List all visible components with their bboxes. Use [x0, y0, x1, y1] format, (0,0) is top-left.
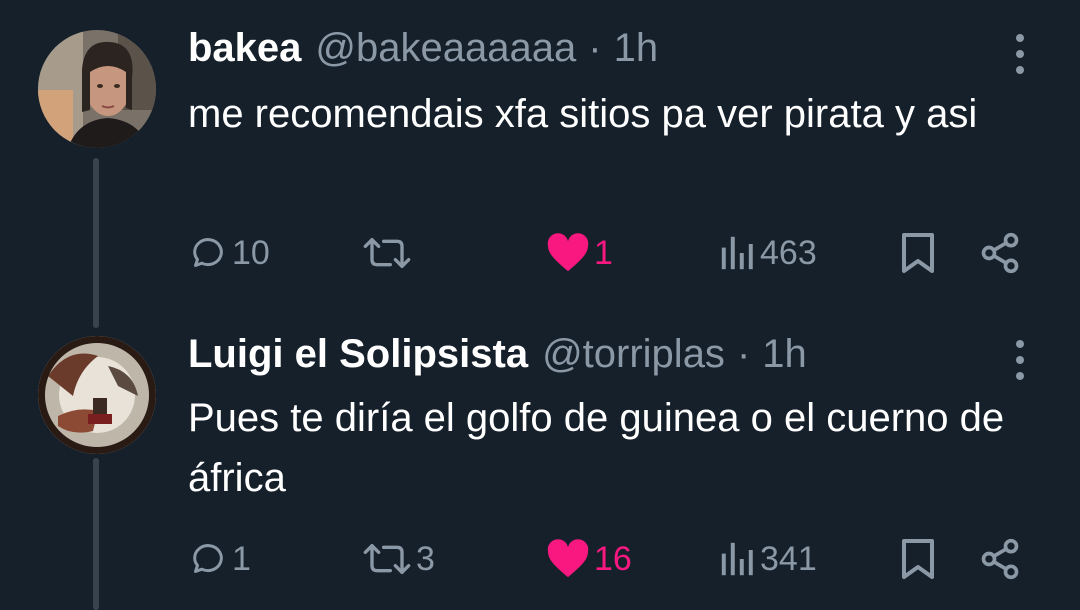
tweet-header: bakea @bakeaaaaaa · 1h — [188, 26, 658, 70]
reply-icon — [193, 238, 223, 267]
retweet-button[interactable]: 3 — [362, 534, 435, 584]
like-button[interactable]: 1 — [546, 228, 613, 278]
retweet-icon — [363, 544, 411, 574]
timestamp[interactable]: 1h — [762, 332, 807, 377]
avatar-luigi[interactable] — [38, 336, 156, 454]
display-name[interactable]: Luigi el Solipsista — [188, 332, 528, 377]
action-bar: 1 3 16 341 — [0, 534, 1080, 584]
tweet-header: Luigi el Solipsista @torriplas · 1h — [188, 332, 807, 376]
heart-icon — [547, 233, 589, 272]
views-count: 341 — [760, 539, 817, 578]
tweet-bakea[interactable]: bakea @bakeaaaaaa · 1h me recomendais xf… — [0, 0, 1080, 328]
tweet-text: Pues te diría el golfo de guinea o el cu… — [188, 396, 1005, 500]
avatar-bakea[interactable] — [38, 30, 156, 148]
tweet-luigi[interactable]: Luigi el Solipsista @torriplas · 1h Pues… — [0, 318, 1080, 610]
user-handle[interactable]: @torriplas — [542, 332, 725, 377]
share-button[interactable] — [978, 534, 1022, 584]
reply-count: 1 — [232, 539, 251, 578]
reply-button[interactable]: 10 — [188, 228, 270, 278]
views-icon — [721, 236, 753, 270]
display-name[interactable]: bakea — [188, 26, 301, 71]
share-button[interactable] — [978, 228, 1022, 278]
bookmark-button[interactable] — [900, 228, 936, 278]
more-icon[interactable] — [1000, 336, 1040, 384]
timestamp[interactable]: 1h — [614, 26, 659, 71]
user-handle[interactable]: @bakeaaaaaa — [315, 26, 576, 71]
more-icon[interactable] — [1000, 30, 1040, 78]
retweet-icon — [363, 238, 411, 268]
views-button[interactable]: 463 — [720, 228, 817, 278]
like-count: 16 — [594, 539, 632, 578]
separator-dot: · — [588, 26, 602, 70]
reply-button[interactable]: 1 — [188, 534, 251, 584]
heart-icon — [547, 539, 589, 578]
action-bar: 10 1 463 — [0, 228, 1080, 278]
views-button[interactable]: 341 — [720, 534, 817, 584]
like-count: 1 — [594, 233, 613, 272]
views-count: 463 — [760, 233, 817, 272]
bookmark-icon — [902, 539, 934, 579]
views-icon — [721, 542, 753, 576]
share-icon — [981, 538, 1019, 580]
bookmark-button[interactable] — [900, 534, 936, 584]
tweet-text: me recomendais xfa sitios pa ver pirata … — [188, 92, 978, 136]
retweet-count: 3 — [416, 539, 435, 578]
reply-count: 10 — [232, 233, 270, 272]
bookmark-icon — [902, 233, 934, 273]
separator-dot: · — [736, 332, 751, 376]
like-button[interactable]: 16 — [546, 534, 632, 584]
share-icon — [981, 232, 1019, 274]
reply-icon — [193, 544, 223, 573]
retweet-button[interactable] — [362, 228, 416, 278]
